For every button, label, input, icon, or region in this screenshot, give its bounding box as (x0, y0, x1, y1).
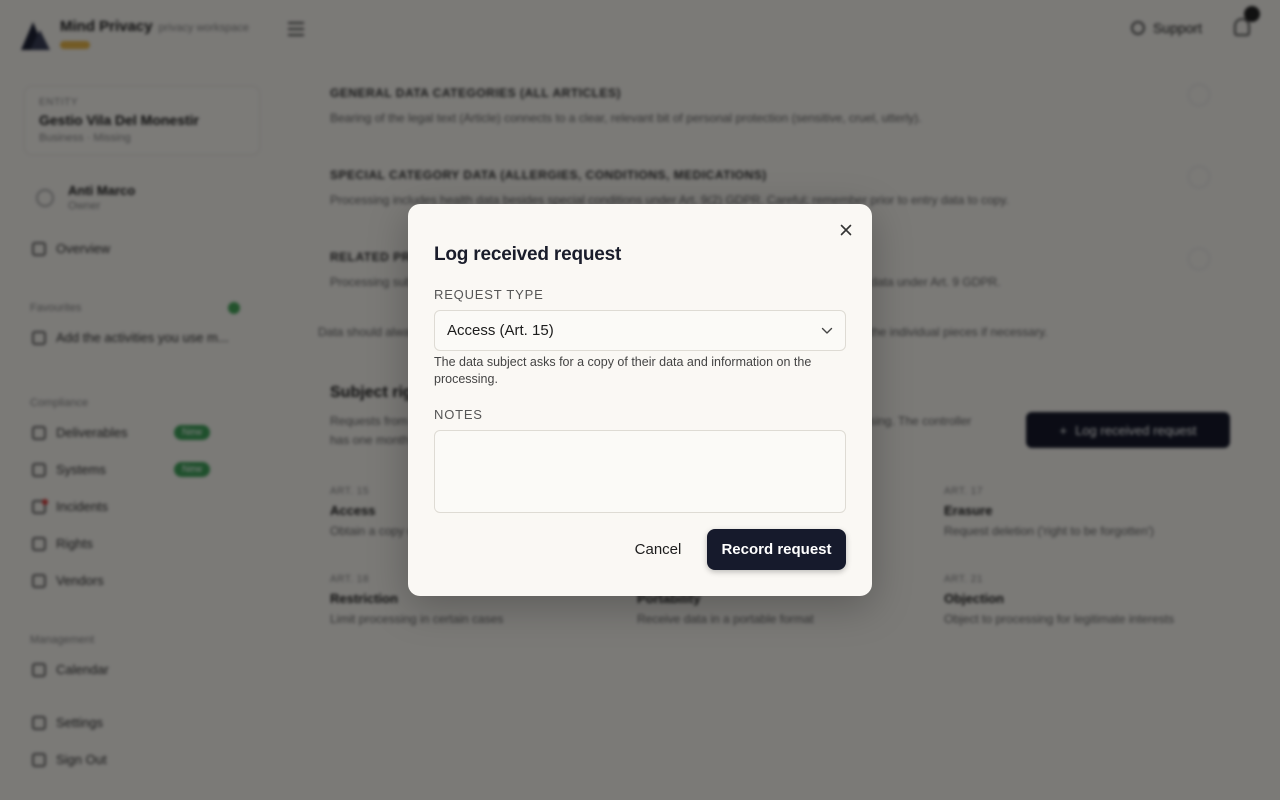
notes-field[interactable] (434, 430, 846, 513)
cancel-button[interactable]: Cancel (620, 529, 696, 570)
request-type-select[interactable]: Access (Art. 15) (434, 310, 846, 351)
chevron-down-icon (821, 327, 833, 334)
close-icon (840, 224, 852, 236)
close-button[interactable] (836, 220, 856, 240)
notes-label: NOTES (434, 407, 483, 422)
record-request-button[interactable]: Record request (707, 529, 846, 570)
request-type-label: REQUEST TYPE (434, 287, 544, 302)
log-request-dialog: Log received request REQUEST TYPE Access… (408, 204, 872, 596)
request-type-value: Access (Art. 15) (447, 322, 554, 339)
dialog-title: Log received request (434, 244, 622, 265)
request-type-help: The data subject asks for a copy of thei… (434, 355, 812, 386)
